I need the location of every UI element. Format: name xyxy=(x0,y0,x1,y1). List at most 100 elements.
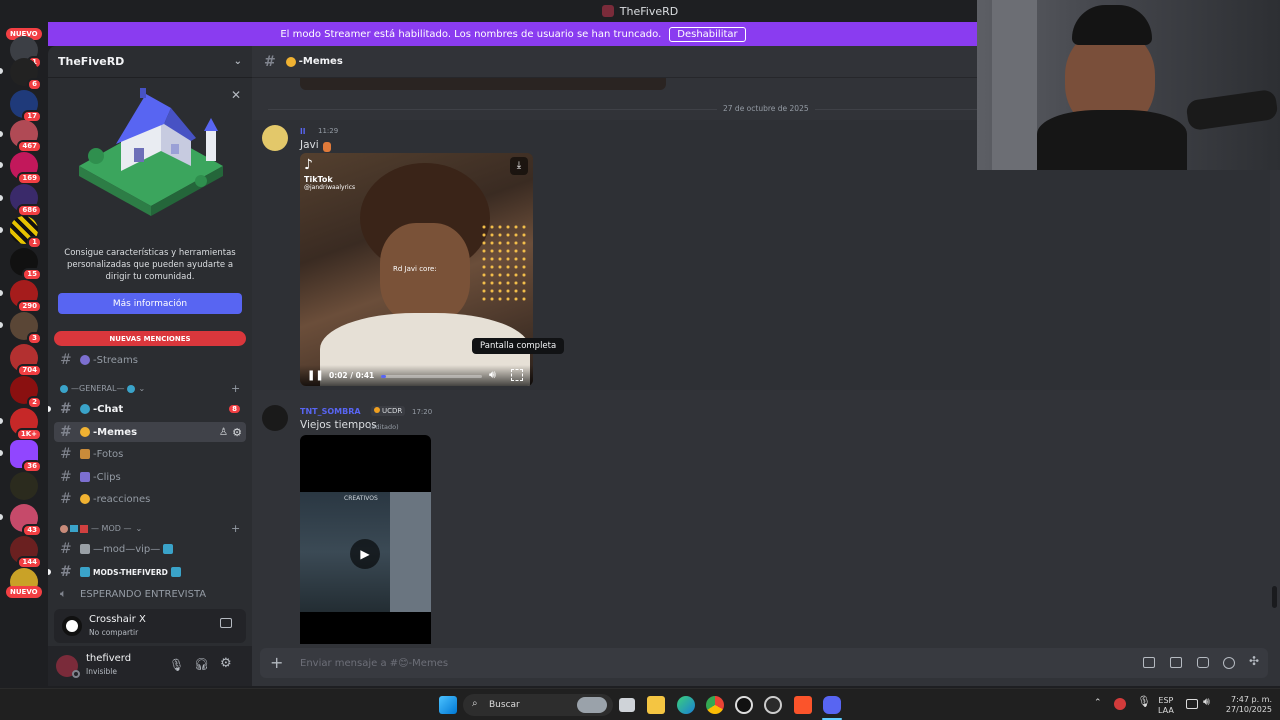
tooltip: Pantalla completa xyxy=(472,338,565,354)
invisible-status-icon xyxy=(72,670,80,678)
channel-mods-thefiverd[interactable]: # MODS-THEFIVERD xyxy=(48,562,246,582)
server-icon-11[interactable]: 704 xyxy=(10,344,42,377)
app-icon[interactable] xyxy=(764,696,782,714)
channel-fotos[interactable]: # -Fotos xyxy=(54,444,246,464)
input-language[interactable]: ESP LAA xyxy=(1158,696,1174,716)
channel-header: # -Memes xyxy=(252,46,977,78)
microphone-icon[interactable]: 🎙︎ xyxy=(1137,696,1151,707)
chrome-icon[interactable] xyxy=(706,696,724,714)
sticker-icon[interactable] xyxy=(1197,657,1209,668)
avatar[interactable] xyxy=(262,125,288,151)
server-icon-7[interactable]: 1 xyxy=(10,216,42,249)
gift-icon[interactable] xyxy=(1143,657,1155,668)
unread-pill xyxy=(0,227,3,233)
server-icon-17[interactable]: 144 xyxy=(10,536,42,569)
server-icon-9[interactable]: 290 xyxy=(10,280,42,313)
server-icon-5[interactable]: 169 xyxy=(10,152,42,185)
message-time: 17:20 xyxy=(412,408,433,416)
fire-icon xyxy=(374,407,380,413)
download-icon[interactable]: ⤓ xyxy=(510,157,528,175)
hash-icon: # xyxy=(60,469,72,485)
windows-start-icon[interactable] xyxy=(439,696,457,714)
gif-icon[interactable] xyxy=(1170,657,1182,668)
emoji-icon xyxy=(80,427,90,437)
gear-icon[interactable]: ⚙ xyxy=(232,426,242,439)
server-tag: UCDR xyxy=(371,406,406,416)
channel-reacciones[interactable]: # -reacciones xyxy=(54,489,246,509)
network-icon[interactable] xyxy=(1186,699,1198,709)
discord-icon[interactable] xyxy=(823,696,841,714)
server-icon-10[interactable]: 3 xyxy=(10,312,42,345)
obs-icon[interactable] xyxy=(735,696,753,714)
volume-icon[interactable]: 🔊︎ xyxy=(489,368,496,382)
microphone-icon[interactable]: 🎙︎ xyxy=(169,658,184,672)
unread-pill xyxy=(0,322,3,328)
server-icon-15[interactable] xyxy=(10,472,38,500)
hash-icon: # xyxy=(60,564,72,580)
add-attachment-icon[interactable]: + xyxy=(270,653,283,672)
author-name[interactable]: ll xyxy=(300,127,305,136)
channel-title: -Memes xyxy=(298,56,343,67)
emoji-picker-icon[interactable] xyxy=(1223,657,1235,669)
server-icon-2[interactable]: 6 xyxy=(10,58,42,91)
webcam-window xyxy=(992,0,1037,170)
crosshair-icon xyxy=(62,616,82,636)
task-view-icon[interactable] xyxy=(619,698,635,712)
laptop-icon xyxy=(170,567,181,577)
new-mentions-button[interactable]: NUEVAS MENCIONES xyxy=(54,331,246,346)
taskbar-search[interactable]: ⌕ Buscar xyxy=(463,694,613,716)
house-illustration xyxy=(79,88,223,216)
chevron-up-icon[interactable]: ⌃ xyxy=(1094,698,1102,708)
file-explorer-icon[interactable] xyxy=(647,696,665,714)
volume-icon[interactable]: 🔊︎ xyxy=(1203,696,1210,707)
clock[interactable]: 7:47 p. m. 27/10/2025 xyxy=(1222,695,1272,715)
server-icon-6[interactable]: 686 xyxy=(10,184,42,217)
edge-icon[interactable] xyxy=(677,696,695,714)
play-icon[interactable]: ▶ xyxy=(350,539,380,569)
previous-attachment[interactable] xyxy=(300,78,666,90)
pause-icon[interactable]: ❚❚ xyxy=(307,370,324,381)
server-icon-13[interactable]: 1K+ xyxy=(10,408,42,441)
apps-icon[interactable]: ✣ xyxy=(1249,654,1259,668)
server-icon-4[interactable]: 467 xyxy=(10,120,42,153)
globe-icon xyxy=(60,384,68,393)
disable-streamer-button[interactable]: Deshabilitar xyxy=(669,26,746,42)
category-mod[interactable]: — MOD — ⌄ xyxy=(60,524,142,533)
add-channel-icon[interactable]: + xyxy=(231,382,240,395)
server-icon-12[interactable]: 2 xyxy=(10,376,42,409)
video-handle: @jandriwaalyrics xyxy=(304,184,356,191)
server-icon-3[interactable]: 17 xyxy=(10,90,42,123)
video-player[interactable]: CREATIVOS ▶ xyxy=(300,435,431,644)
headphones-icon[interactable]: 🎧︎ xyxy=(194,657,209,671)
screen-share-icon[interactable] xyxy=(220,618,232,628)
emoji-icon xyxy=(285,56,296,67)
category-general[interactable]: —GENERAL— ⌄ xyxy=(60,384,145,393)
tray-app-icon[interactable] xyxy=(1114,698,1126,710)
channel-chat[interactable]: # -Chat 8 xyxy=(48,399,246,419)
hash-icon: # xyxy=(60,352,72,368)
more-info-button[interactable]: Más información xyxy=(58,293,242,314)
server-icon-16[interactable]: 43 xyxy=(10,504,42,537)
fullscreen-icon[interactable] xyxy=(511,369,523,381)
avatar[interactable] xyxy=(262,405,288,431)
channel-streams[interactable]: # -Streams xyxy=(54,350,246,370)
channel-clips[interactable]: # -Clips xyxy=(54,467,246,487)
twitch-server-icon[interactable]: 36 xyxy=(10,440,42,473)
video-progress[interactable] xyxy=(381,375,482,378)
add-channel-icon[interactable]: + xyxy=(231,522,240,535)
server-icon-8[interactable]: 15 xyxy=(10,248,42,281)
gear-icon[interactable]: ⚙ xyxy=(220,656,232,671)
person-emoji-icon xyxy=(323,142,331,152)
add-member-icon[interactable]: ♙ xyxy=(219,427,228,438)
channel-mod-vip[interactable]: # —mod—vip— xyxy=(54,539,246,559)
unread-pill xyxy=(0,514,3,520)
scrollbar[interactable] xyxy=(1272,586,1277,608)
search-icon: ⌕ xyxy=(472,698,478,709)
author-name[interactable]: TNT_SOMBRA xyxy=(300,407,361,416)
channel-memes[interactable]: # -Memes ♙ ⚙ xyxy=(54,422,246,442)
server-header[interactable]: TheFiveRD ⌄ xyxy=(48,46,252,78)
voice-channel-esperando[interactable]: 🔈︎ ESPERANDO ENTREVISTA xyxy=(54,584,246,604)
brave-icon[interactable] xyxy=(794,696,812,714)
message-input[interactable] xyxy=(300,654,1100,672)
close-icon[interactable]: ✕ xyxy=(231,88,241,102)
